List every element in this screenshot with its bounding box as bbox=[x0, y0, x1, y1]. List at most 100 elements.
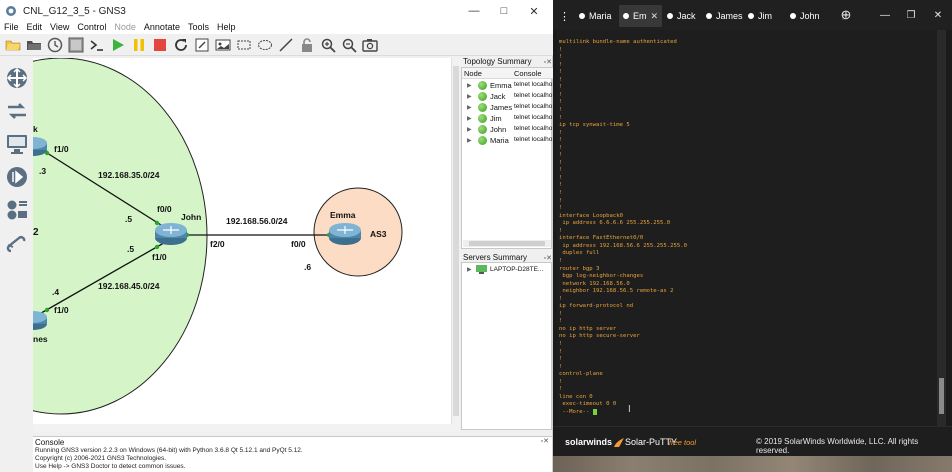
label-dot5-bottom[interactable]: .5 bbox=[127, 244, 134, 254]
browse-security-devices-icon[interactable] bbox=[3, 163, 31, 191]
scrollbar-thumb[interactable] bbox=[939, 378, 944, 414]
close-button[interactable]: ✕ bbox=[519, 0, 549, 22]
session-tab-jim[interactable]: Jim bbox=[748, 5, 772, 27]
session-tab-jack[interactable]: Jack bbox=[667, 5, 696, 27]
menu-annotate[interactable]: Annotate bbox=[140, 21, 184, 34]
topology-summary-scrollbar[interactable] bbox=[463, 240, 551, 247]
add-link-icon[interactable] bbox=[3, 229, 31, 257]
label-net-56[interactable]: 192.168.56.0/24 bbox=[226, 216, 287, 226]
topology-row-james[interactable]: ▶ James telnet localho bbox=[462, 102, 553, 113]
zone-label-as3[interactable]: AS3 bbox=[370, 229, 387, 239]
zone-label-left-partial[interactable]: 2 bbox=[33, 227, 39, 238]
label-f2-0[interactable]: f2/0 bbox=[210, 239, 225, 249]
scrollbar-thumb[interactable] bbox=[469, 241, 545, 246]
screenshot-icon[interactable] bbox=[361, 36, 379, 54]
node-label-emma[interactable]: Emma bbox=[330, 210, 356, 220]
label-net-45[interactable]: 192.168.45.0/24 bbox=[98, 281, 159, 291]
close-icon[interactable]: ✕ bbox=[931, 8, 945, 22]
expand-arrow-icon[interactable]: ▶ bbox=[467, 82, 472, 89]
browse-routers-icon[interactable] bbox=[3, 64, 31, 92]
suspend-all-icon[interactable] bbox=[130, 36, 148, 54]
expand-arrow-icon[interactable]: ▶ bbox=[467, 137, 472, 144]
maximize-button[interactable]: □ bbox=[489, 0, 519, 22]
router-jack-partial-icon[interactable] bbox=[33, 137, 47, 156]
label-dot6[interactable]: .6 bbox=[304, 262, 311, 272]
label-f1-0-top[interactable]: f1/0 bbox=[54, 144, 69, 154]
col-console[interactable]: Console bbox=[514, 69, 542, 78]
topology-canvas[interactable]: k nes 2 f1/0 .3 192.168.35.0/24 f0/0 .5 … bbox=[33, 58, 451, 430]
session-tab-john[interactable]: John bbox=[790, 5, 820, 27]
maximize-icon[interactable]: ❐ bbox=[904, 8, 918, 22]
browse-switches-icon[interactable] bbox=[3, 97, 31, 125]
lock-icon[interactable] bbox=[298, 36, 316, 54]
label-f1-0-john[interactable]: f1/0 bbox=[152, 252, 167, 262]
stop-all-icon[interactable] bbox=[151, 36, 169, 54]
topology-row-jim[interactable]: ▶ Jim telnet localho bbox=[462, 113, 553, 124]
node-label-john[interactable]: John bbox=[181, 212, 201, 222]
new-session-icon[interactable]: ⊕ bbox=[839, 7, 853, 22]
label-net-35[interactable]: 192.168.35.0/24 bbox=[98, 170, 159, 180]
menu-help[interactable]: Help bbox=[213, 21, 240, 34]
label-f0-0-emma[interactable]: f0/0 bbox=[291, 239, 306, 249]
expand-arrow-icon[interactable]: ▶ bbox=[467, 266, 472, 273]
label-dot4[interactable]: .4 bbox=[52, 287, 59, 297]
node-label-jack-partial[interactable]: k bbox=[33, 124, 38, 134]
gns3-console-panel[interactable]: Console ▫✕ Running GNS3 version 2.2.3 on… bbox=[33, 436, 552, 472]
zoom-out-icon[interactable] bbox=[340, 36, 358, 54]
menu-file[interactable]: File bbox=[0, 21, 23, 34]
menu-tools[interactable]: Tools bbox=[184, 21, 213, 34]
node-label-james-partial[interactable]: nes bbox=[33, 334, 48, 344]
dock-float-close-icon[interactable]: ▫✕ bbox=[544, 58, 552, 66]
reload-all-icon[interactable] bbox=[172, 36, 190, 54]
draw-line-icon[interactable] bbox=[277, 36, 295, 54]
minimize-icon[interactable]: — bbox=[878, 8, 892, 22]
console-all-icon[interactable] bbox=[88, 36, 106, 54]
minimize-button[interactable]: — bbox=[459, 0, 489, 22]
terminal-output[interactable]: multilink bundle-name authenticated!!!!!… bbox=[557, 30, 943, 426]
dock-float-close-icon[interactable]: ▫✕ bbox=[544, 254, 552, 262]
label-f0-0-john[interactable]: f0/0 bbox=[157, 204, 172, 214]
folder-icon[interactable] bbox=[25, 36, 43, 54]
topology-row-jack[interactable]: ▶ Jack telnet localho bbox=[462, 91, 553, 102]
col-node[interactable]: Node bbox=[464, 69, 482, 78]
router-john-icon[interactable] bbox=[155, 223, 187, 245]
label-dot5-top[interactable]: .5 bbox=[125, 214, 132, 224]
snapshot-clock-icon[interactable] bbox=[46, 36, 64, 54]
expand-arrow-icon[interactable]: ▶ bbox=[467, 93, 472, 100]
draw-rectangle-icon[interactable] bbox=[235, 36, 253, 54]
menu-view[interactable]: View bbox=[46, 21, 73, 34]
topology-row-emma[interactable]: ▶ Emma telnet localho bbox=[462, 80, 553, 91]
expand-arrow-icon[interactable]: ▶ bbox=[467, 126, 472, 133]
topology-row-maria[interactable]: ▶ Maria telnet localho bbox=[462, 135, 553, 146]
server-row[interactable]: ▶ LAPTOP-D28TE... bbox=[462, 264, 553, 275]
menu-edit[interactable]: Edit bbox=[23, 21, 47, 34]
browse-all-devices-icon[interactable] bbox=[3, 196, 31, 224]
session-tab-maria[interactable]: Maria bbox=[579, 5, 612, 27]
tab-close-icon[interactable]: ✕ bbox=[651, 11, 659, 22]
session-tab-more[interactable]: ⋮ bbox=[559, 5, 572, 27]
tab-menu-icon[interactable]: ⋮ bbox=[559, 10, 570, 23]
scrollbar-thumb[interactable] bbox=[453, 66, 459, 416]
browse-end-devices-icon[interactable] bbox=[3, 130, 31, 158]
router-james-partial-icon[interactable] bbox=[33, 311, 47, 330]
canvas-horizontal-scrollbar[interactable] bbox=[33, 424, 460, 432]
add-note-icon[interactable] bbox=[193, 36, 211, 54]
expand-arrow-icon[interactable]: ▶ bbox=[467, 104, 472, 111]
topology-row-john[interactable]: ▶ John telnet localho bbox=[462, 124, 553, 135]
menu-node[interactable]: Node bbox=[110, 21, 140, 34]
insert-image-icon[interactable] bbox=[214, 36, 232, 54]
show-interface-labels-icon[interactable] bbox=[67, 36, 85, 54]
session-tab-emma[interactable]: Em ✕ bbox=[619, 5, 663, 27]
dock-float-close-icon[interactable]: ▫✕ bbox=[541, 437, 549, 445]
label-dot3[interactable]: .3 bbox=[39, 166, 46, 176]
label-f1-0-bottom[interactable]: f1/0 bbox=[54, 305, 69, 315]
canvas-vertical-scrollbar[interactable] bbox=[451, 58, 460, 424]
draw-ellipse-icon[interactable] bbox=[256, 36, 274, 54]
menu-control[interactable]: Control bbox=[73, 21, 110, 34]
start-all-icon[interactable] bbox=[109, 36, 127, 54]
open-folder-icon[interactable] bbox=[4, 36, 22, 54]
router-emma-icon[interactable] bbox=[329, 223, 361, 245]
expand-arrow-icon[interactable]: ▶ bbox=[467, 115, 472, 122]
terminal-scrollbar[interactable] bbox=[937, 30, 946, 426]
zoom-in-icon[interactable] bbox=[319, 36, 337, 54]
